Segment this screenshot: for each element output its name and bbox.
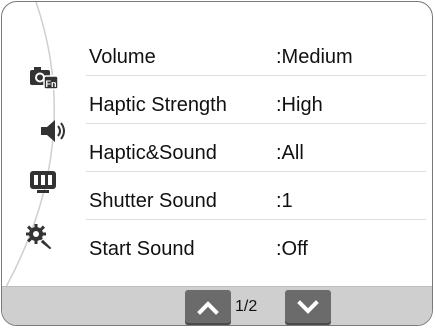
chevron-down-icon	[297, 300, 319, 314]
setting-label: Start Sound	[89, 238, 195, 260]
setting-row-shutter-sound[interactable]: Shutter Sound :1	[86, 186, 426, 220]
setting-value: :All	[276, 142, 304, 164]
setting-row-haptic-strength[interactable]: Haptic Strength :High	[86, 90, 426, 124]
row-divider	[86, 123, 426, 124]
chevron-up-icon	[197, 301, 219, 315]
setting-value: :Medium	[276, 46, 353, 68]
page-up-button[interactable]	[185, 290, 231, 325]
row-divider	[86, 171, 426, 172]
page-down-button[interactable]	[285, 290, 331, 325]
page-indicator: 1/2	[235, 298, 258, 315]
setting-label: Haptic&Sound	[89, 142, 217, 164]
setting-row-volume[interactable]: Volume :Medium	[86, 42, 426, 76]
setting-row-start-sound[interactable]: Start Sound :Off	[86, 234, 426, 268]
svg-text:Fn: Fn	[46, 79, 57, 89]
gear-wrench-icon[interactable]	[24, 222, 54, 252]
row-divider	[86, 219, 426, 220]
setting-value: :High	[276, 94, 323, 116]
setting-label: Shutter Sound	[89, 190, 217, 212]
row-divider	[86, 75, 426, 76]
setting-value: :Off	[276, 238, 308, 260]
camera-fn-icon[interactable]: Fn	[28, 62, 59, 92]
setting-label: Volume	[89, 46, 156, 68]
speaker-icon[interactable]	[38, 116, 68, 146]
setting-row-haptic-sound[interactable]: Haptic&Sound :All	[86, 138, 426, 172]
pagination-bar: 1/2	[2, 286, 432, 325]
setting-label: Haptic Strength	[89, 94, 227, 116]
settings-screen: Fn Volume:Medium Haptic Strength:High …	[1, 1, 433, 326]
display-icon[interactable]	[28, 167, 58, 197]
setting-value: :1	[276, 190, 293, 212]
sidebar: Fn	[2, 2, 72, 287]
